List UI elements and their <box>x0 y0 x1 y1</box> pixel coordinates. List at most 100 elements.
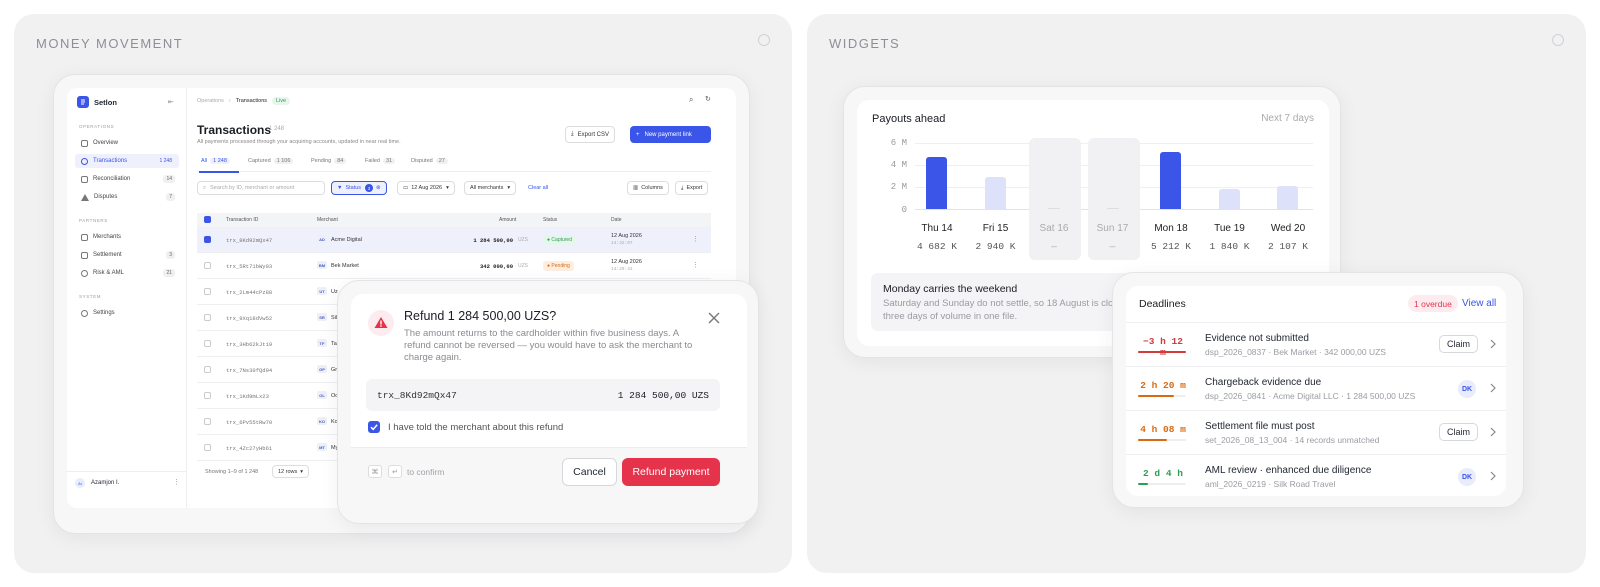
claim-button[interactable]: Claim <box>1438 335 1478 353</box>
merchant-badge: KO <box>317 417 327 425</box>
chevron-down-icon: ▾ <box>446 185 449 191</box>
sidebar-item-settings[interactable]: Settings <box>75 306 179 320</box>
clear-status-icon[interactable]: ⊗ <box>376 185 381 191</box>
sidebar-item-overview[interactable]: Overview <box>75 136 179 150</box>
row-menu-icon[interactable]: ⋮ <box>692 235 699 243</box>
search-input[interactable]: ⌕ Search by ID, merchant or amount <box>197 181 325 195</box>
search-icon: ⌕ <box>203 184 207 191</box>
avatar: AI <box>75 478 85 488</box>
deadline-item[interactable]: 2 h 20 m Chargeback evidence due dsp_202… <box>1126 366 1506 410</box>
chevron-down-icon: ▾ <box>300 468 304 475</box>
row-checkbox[interactable] <box>204 236 211 243</box>
sidebar-item-risk-aml[interactable]: Risk & AML 21 <box>75 266 179 280</box>
time-remaining-fill <box>1138 351 1186 353</box>
collapse-sidebar-icon[interactable]: ⇤ <box>168 98 174 106</box>
confirm-checkbox-label[interactable]: I have told the merchant about this refu… <box>388 422 563 433</box>
col-merchant[interactable]: Merchant <box>317 217 338 223</box>
row-checkbox[interactable] <box>204 340 211 347</box>
col-status[interactable]: Status <box>543 217 557 223</box>
bar-value-label: 2 107 K <box>1268 241 1308 252</box>
tab-pending[interactable]: Pending 84 <box>311 158 347 164</box>
select-all-checkbox[interactable] <box>204 216 211 223</box>
bar-sun-17[interactable] <box>1106 207 1119 209</box>
export-button[interactable]: ⤓ Export <box>675 181 709 195</box>
row-checkbox[interactable] <box>204 418 211 425</box>
page-count: 1 248 <box>269 126 285 132</box>
time-remaining-fill <box>1138 395 1174 397</box>
sidebar-item-merchants[interactable]: Merchants <box>75 230 179 244</box>
gear-icon <box>81 309 88 317</box>
brand-logo-icon <box>77 96 89 108</box>
refund-payment-button[interactable]: Refund payment <box>622 458 720 486</box>
row-checkbox[interactable] <box>204 314 211 321</box>
user-name: Azamjon I. <box>91 480 120 486</box>
bar-thu-14[interactable] <box>926 157 947 209</box>
time-remaining-fill <box>1138 483 1148 485</box>
status-filter[interactable]: ▼ Status 3 ⊗ <box>331 181 387 195</box>
status-badge: ● Captured <box>543 235 576 245</box>
user-menu-icon[interactable]: ⋮ <box>173 478 180 486</box>
merchant-badge: TF <box>317 339 327 347</box>
view-all-link[interactable]: View all <box>1462 298 1496 309</box>
merchants-filter[interactable]: All merchants ▾ <box>464 181 517 195</box>
columns-button[interactable]: ▥ Columns <box>627 181 669 195</box>
deadline-item[interactable]: 2 d 4 h AML review · enhanced due dilige… <box>1126 454 1506 496</box>
sidebar-item-disputes[interactable]: Disputes 7 <box>75 190 179 204</box>
clear-all-link[interactable]: Clear all <box>528 185 548 191</box>
merchant-badge: UT <box>317 287 327 295</box>
rows-per-page-select[interactable]: 12 rows ▾ <box>272 465 310 478</box>
col-transaction-id[interactable]: Transaction ID <box>226 217 258 223</box>
breadcrumb-parent[interactable]: Operations <box>197 98 224 104</box>
date-filter[interactable]: ▭ 12 Aug 2026 ▾ <box>397 181 455 195</box>
row-checkbox[interactable] <box>204 288 211 295</box>
row-menu-icon[interactable]: ⋮ <box>692 261 699 269</box>
tab-failed[interactable]: Failed 31 <box>365 158 396 164</box>
deadline-item[interactable]: 4 h 08 m Settlement file must post set_2… <box>1126 410 1506 454</box>
table-row[interactable]: trx_8Kd92mQx47 AD Acme Digital 1 284 500… <box>197 227 711 253</box>
summary-trx-id: trx_8Kd92mQx47 <box>377 390 457 401</box>
bar-tue-19[interactable] <box>1218 188 1240 209</box>
row-checkbox[interactable] <box>204 366 211 373</box>
row-checkbox[interactable] <box>204 392 211 399</box>
assignee-avatar[interactable]: DK <box>1458 380 1476 398</box>
panel-dot <box>1552 34 1564 46</box>
row-checkbox[interactable] <box>204 444 211 451</box>
col-amount[interactable]: Amount <box>499 217 516 223</box>
breadcrumb: Operations › Transactions Live <box>197 97 291 105</box>
export-csv-button[interactable]: ⤓ Export CSV <box>565 126 616 143</box>
col-date[interactable]: Date <box>611 217 622 223</box>
tab-all[interactable]: All 1 248 <box>201 158 230 164</box>
refund-summary: trx_8Kd92mQx47 1 284 500,00 UZS <box>366 379 720 411</box>
x-tick-label: Sun 17 <box>1096 223 1129 234</box>
search-icon[interactable]: ⌕ <box>689 95 693 105</box>
status-badge: ● Pending <box>543 261 574 271</box>
sidebar-item-transactions[interactable]: Transactions 1 248 <box>75 154 179 168</box>
summary-amount: 1 284 500,00 UZS <box>617 390 709 401</box>
bar-value-label: — <box>1109 241 1116 252</box>
close-icon[interactable] <box>708 312 720 324</box>
claim-button[interactable]: Claim <box>1438 423 1478 441</box>
tab-captured[interactable]: Captured 1 106 <box>248 158 294 164</box>
panel-title: WIDGETS <box>829 36 901 51</box>
tab-disputed[interactable]: Disputed 27 <box>411 158 448 164</box>
pagination-summary: Showing 1–9 of 1 248 <box>205 469 259 475</box>
bar-value-label: 1 840 K <box>1209 241 1250 252</box>
deadlines-widget: Deadlines 1 overdue View all −3 h 12 m E… <box>1126 286 1506 496</box>
bar-wed-20[interactable] <box>1277 185 1298 209</box>
confirm-checkbox[interactable] <box>368 421 380 433</box>
table-row[interactable]: trx_5Rt71bWy03 BM Bek Market 342 000,00 … <box>197 253 711 279</box>
x-tick-label: Fri 15 <box>982 223 1009 234</box>
sidebar-item-reconciliation[interactable]: Reconciliation 14 <box>75 172 179 186</box>
sidebar-item-settlement[interactable]: Settlement 3 <box>75 248 179 262</box>
deadline-item[interactable]: −3 h 12 m Evidence not submitted dsp_202… <box>1126 322 1506 366</box>
bar-mon-18[interactable] <box>1160 151 1181 209</box>
bar-fri-15[interactable] <box>984 176 1006 209</box>
bar-sat-16[interactable] <box>1048 207 1060 209</box>
row-checkbox[interactable] <box>204 262 211 269</box>
new-payment-link-button[interactable]: + New payment link <box>630 126 711 143</box>
assignee-avatar[interactable]: DK <box>1458 468 1476 486</box>
command-key-icon: ⌘ <box>368 465 382 478</box>
deadlines-title: Deadlines <box>1139 298 1186 310</box>
cancel-button[interactable]: Cancel <box>562 458 617 486</box>
refresh-icon[interactable]: ↻ <box>705 95 711 103</box>
